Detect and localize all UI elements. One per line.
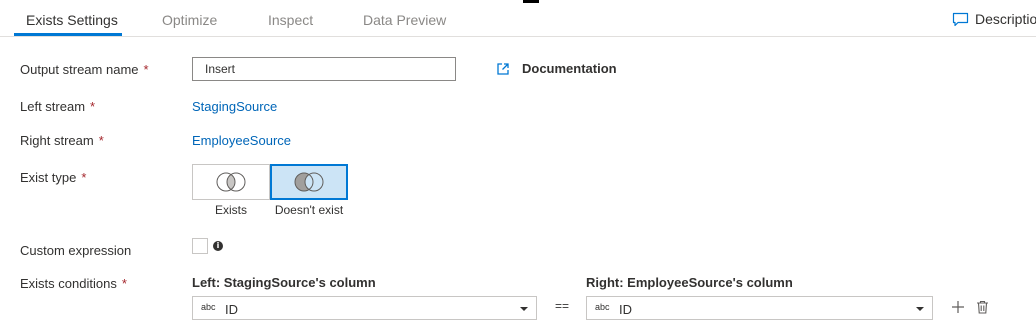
left-stream-link[interactable]: StagingSource [192, 99, 277, 114]
documentation-label: Documentation [522, 61, 617, 76]
exist-type-label: Exist type * [20, 170, 87, 185]
equals-operator: == [555, 299, 570, 313]
venn-left-only-icon [294, 172, 324, 192]
right-column-dropdown[interactable]: abc ID [586, 296, 933, 320]
exists-option-label: Exists [214, 203, 247, 217]
info-icon[interactable]: i [213, 241, 223, 251]
required-marker: * [121, 276, 127, 291]
custom-expression-checkbox[interactable] [192, 238, 208, 254]
doesnt-exist-option-label: Doesn't exist [274, 203, 344, 217]
output-stream-label: Output stream name * [20, 62, 149, 77]
exists-conditions-label: Exists conditions * [20, 276, 127, 291]
active-tab-indicator [14, 33, 122, 36]
required-marker: * [98, 133, 104, 148]
right-stream-link[interactable]: EmployeeSource [192, 133, 291, 148]
tab-data-preview[interactable]: Data Preview [363, 12, 446, 28]
description-button[interactable]: Descriptio [952, 11, 1036, 27]
right-stream-label: Right stream * [20, 133, 104, 148]
exists-option-button[interactable] [192, 164, 270, 200]
comment-icon [952, 12, 969, 26]
right-column-header: Right: EmployeeSource's column [586, 275, 793, 290]
chevron-down-icon [916, 307, 924, 311]
right-column-value: ID [619, 302, 632, 317]
chevron-down-icon [520, 307, 528, 311]
required-marker: * [90, 99, 96, 114]
text-cursor-marker [523, 0, 539, 3]
required-marker: * [143, 62, 149, 77]
tab-inspect[interactable]: Inspect [268, 12, 313, 28]
tab-optimize[interactable]: Optimize [162, 12, 217, 28]
left-stream-label: Left stream * [20, 99, 96, 114]
trash-icon[interactable] [976, 300, 989, 314]
tab-bar: Exists Settings Optimize Inspect Data Pr… [0, 0, 1036, 37]
external-link-icon [497, 62, 509, 75]
custom-expression-label: Custom expression [20, 243, 132, 258]
doesnt-exist-option-button[interactable] [270, 164, 348, 200]
string-type-badge: abc [595, 302, 610, 312]
left-column-value: ID [225, 302, 238, 317]
output-stream-name-input[interactable] [192, 57, 456, 81]
left-column-header: Left: StagingSource's column [192, 275, 376, 290]
left-column-dropdown[interactable]: abc ID [192, 296, 537, 320]
string-type-badge: abc [201, 302, 216, 312]
venn-intersection-icon [216, 172, 246, 192]
required-marker: * [81, 170, 87, 185]
plus-icon[interactable] [951, 300, 965, 314]
tab-exists-settings[interactable]: Exists Settings [26, 12, 118, 28]
description-label: Descriptio [975, 11, 1036, 27]
documentation-link[interactable]: Documentation [496, 61, 617, 76]
